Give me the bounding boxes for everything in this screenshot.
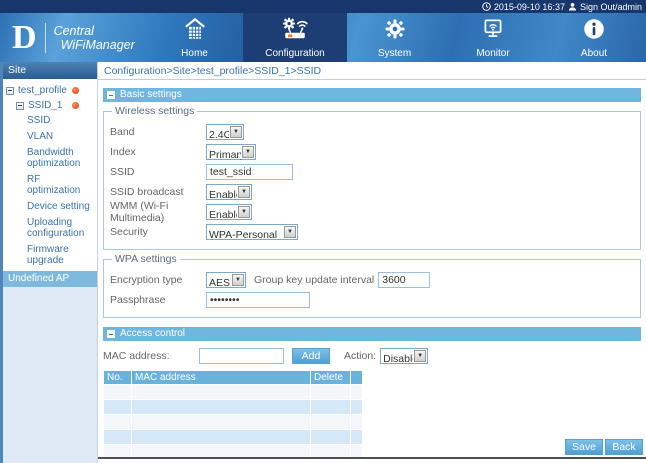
sidebar-item-ssid[interactable]: SSID	[3, 113, 97, 129]
app-header: D Central WiFiManager Home	[0, 13, 646, 62]
band-select[interactable]: 2.4G	[207, 128, 243, 142]
sidebar-item-undefined-ap[interactable]: Undefined AP	[3, 271, 97, 287]
app-title: Central WiFiManager	[54, 24, 135, 52]
col-delete: Delete	[311, 371, 350, 384]
security-select[interactable]: WPA-Personal	[207, 228, 297, 242]
table-row	[104, 415, 362, 429]
mac-address-label: MAC address:	[103, 350, 199, 362]
main-nav: Home	[146, 13, 646, 62]
wpa-settings-fieldset: WPA settings Encryption type AES▼ Group …	[103, 253, 641, 318]
sidebar-item-vlan[interactable]: VLAN	[3, 129, 97, 145]
ssid-label: SSID	[110, 166, 206, 178]
group-key-label: Group key update interval	[254, 274, 374, 286]
save-button[interactable]: Save	[565, 439, 603, 455]
wireless-settings-fieldset: Wireless settings Band 2.4G▼ Index Prima…	[103, 105, 641, 250]
configuration-icon	[280, 16, 310, 47]
sidebar-item-rf-optimization[interactable]: RF optimization	[3, 172, 97, 199]
index-label: Index	[110, 146, 206, 158]
group-key-input[interactable]	[378, 272, 430, 288]
sidebar-item-uploading-configuration[interactable]: Uploading configuration	[3, 215, 97, 242]
brand-logo: D Central WiFiManager	[0, 13, 146, 62]
sidebar-item-firmware-upgrade[interactable]: Firmware upgrade	[3, 242, 97, 269]
nav-monitor[interactable]: Monitor	[442, 13, 544, 62]
nav-system[interactable]: System	[347, 13, 442, 62]
home-icon	[181, 16, 209, 47]
tree-item-ssid-1[interactable]: SSID_1	[3, 98, 97, 113]
system-icon	[382, 16, 408, 47]
back-button[interactable]: Back	[605, 439, 643, 455]
nav-about[interactable]: About	[544, 13, 644, 62]
sidebar-filler	[3, 287, 97, 463]
mac-address-input[interactable]	[199, 348, 284, 364]
about-icon	[581, 16, 607, 47]
passphrase-label: Passphrase	[110, 294, 206, 306]
action-select[interactable]: Disable	[381, 352, 427, 366]
sidebar: Site test_profile SSID_1 SSID VLAN Bandw…	[0, 62, 97, 463]
ssid-input[interactable]	[206, 164, 293, 180]
section-access-control[interactable]: Access control	[103, 327, 641, 341]
col-no: No.	[104, 371, 131, 384]
monitor-icon	[480, 16, 506, 47]
nav-configuration[interactable]: Configuration	[243, 13, 347, 62]
top-status-bar: 2015-09-10 16:37 Sign Out/admin	[0, 0, 646, 13]
site-tree: test_profile SSID_1 SSID VLAN Bandwidth …	[3, 79, 97, 269]
index-select[interactable]: Primary	[207, 148, 255, 162]
security-label: Security	[110, 226, 206, 238]
main-content: Configuration>Site>test_profile>SSID_1>S…	[97, 62, 646, 463]
ssid-broadcast-label: SSID broadcast	[110, 186, 206, 198]
action-label: Action:	[344, 350, 376, 362]
tree-item-test-profile[interactable]: test_profile	[3, 83, 97, 98]
nav-home[interactable]: Home	[146, 13, 243, 62]
col-mac-address: MAC address	[132, 371, 310, 384]
table-header-row: No. MAC address Delete	[104, 371, 362, 384]
timestamp: 2015-09-10 16:37	[494, 2, 565, 12]
collapse-icon[interactable]	[107, 91, 115, 99]
collapse-toggle-icon[interactable]	[6, 87, 14, 95]
band-label: Band	[110, 126, 206, 138]
clock-icon	[482, 2, 491, 11]
table-row	[104, 385, 362, 399]
encryption-type-select[interactable]: AES	[207, 276, 245, 290]
ssid-broadcast-select[interactable]: Enable	[207, 188, 251, 202]
passphrase-input[interactable]	[206, 292, 310, 308]
table-row	[104, 430, 362, 444]
sidebar-item-device-setting[interactable]: Device setting	[3, 199, 97, 215]
status-dot-icon	[72, 87, 79, 94]
col-extra	[351, 371, 362, 384]
collapse-toggle-icon[interactable]	[16, 102, 24, 110]
mac-address-table: No. MAC address Delete	[103, 370, 363, 460]
sidebar-item-bandwidth-optimization[interactable]: Bandwidth optimization	[3, 145, 97, 172]
wmm-label: WMM (Wi-Fi Multimedia)	[110, 200, 206, 224]
encryption-type-label: Encryption type	[110, 274, 206, 286]
wireless-settings-legend: Wireless settings	[112, 105, 197, 117]
collapse-icon[interactable]	[107, 330, 115, 338]
signout-link[interactable]: Sign Out/admin	[580, 2, 642, 12]
section-basic-settings[interactable]: Basic settings	[103, 88, 641, 102]
bottom-divider	[98, 457, 646, 459]
wmm-select[interactable]: Enable	[207, 208, 251, 222]
logo-divider	[45, 23, 46, 53]
breadcrumb: Configuration>Site>test_profile>SSID_1>S…	[98, 62, 646, 80]
sidebar-site-header: Site	[3, 62, 97, 79]
table-row	[104, 400, 362, 414]
dlink-logo: D	[12, 21, 37, 55]
user-icon	[568, 2, 577, 11]
wpa-settings-legend: WPA settings	[112, 253, 180, 265]
add-button[interactable]: Add	[292, 348, 330, 364]
status-dot-icon	[72, 102, 79, 109]
